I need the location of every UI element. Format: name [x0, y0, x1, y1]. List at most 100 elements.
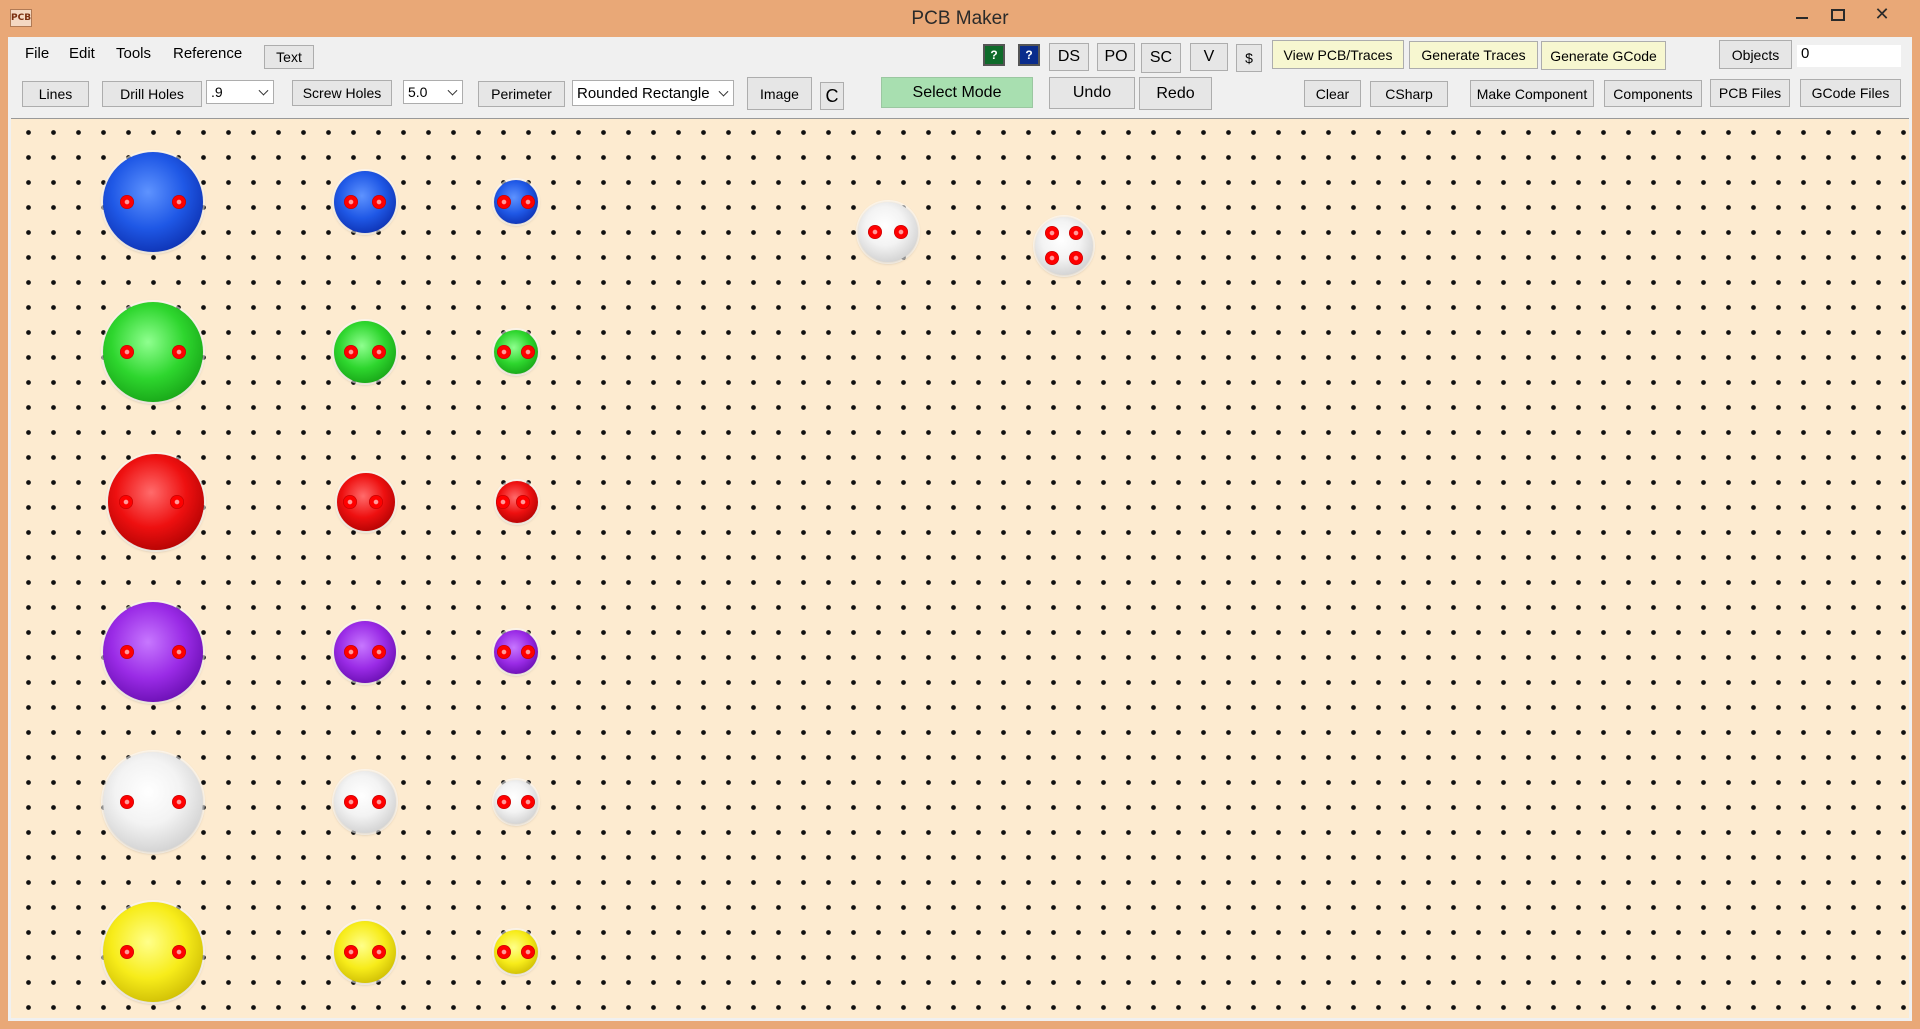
solder-pad	[344, 195, 358, 209]
ds-button[interactable]: DS	[1049, 43, 1089, 71]
make-component-button[interactable]: Make Component	[1470, 80, 1594, 107]
help-blue-button[interactable]: ?	[1018, 44, 1040, 66]
solder-pad	[521, 795, 535, 809]
blue-led-component[interactable]	[103, 152, 203, 252]
menu-reference[interactable]: Reference	[169, 43, 246, 64]
csharp-button[interactable]: CSharp	[1370, 81, 1448, 107]
screw-holes-button[interactable]: Screw Holes	[292, 80, 392, 106]
objects-count: 0	[1797, 45, 1901, 67]
white-led-component[interactable]	[858, 202, 918, 262]
po-button[interactable]: PO	[1097, 43, 1135, 71]
solder-pad	[372, 945, 386, 959]
solder-pad	[521, 195, 535, 209]
solder-pad	[516, 495, 530, 509]
pcb-canvas[interactable]	[11, 118, 1909, 1018]
solder-pad	[521, 345, 535, 359]
solder-pad	[172, 195, 186, 209]
help-green-button[interactable]: ?	[983, 44, 1005, 66]
purple-led-component[interactable]	[103, 602, 203, 702]
solder-pad	[369, 495, 383, 509]
solder-pad	[372, 795, 386, 809]
solder-pad	[497, 645, 511, 659]
minimize-icon	[1796, 17, 1808, 20]
solder-pad	[372, 195, 386, 209]
maximize-button[interactable]	[1818, 0, 1858, 30]
undo-button[interactable]: Undo	[1049, 77, 1135, 109]
clear-button[interactable]: Clear	[1304, 80, 1361, 107]
solder-pad	[521, 945, 535, 959]
gcode-files-button[interactable]: GCode Files	[1800, 79, 1901, 107]
perimeter-button[interactable]: Perimeter	[478, 81, 565, 107]
solder-pad	[344, 645, 358, 659]
dollar-button[interactable]: $	[1236, 44, 1262, 72]
green-led-component[interactable]	[103, 302, 203, 402]
solder-pad	[344, 345, 358, 359]
solder-pad	[344, 945, 358, 959]
solder-pad	[120, 195, 134, 209]
solder-pad	[120, 645, 134, 659]
chevron-down-icon	[447, 85, 458, 96]
perimeter-shape-select[interactable]: Rounded Rectangle	[572, 80, 734, 106]
solder-pad	[120, 945, 134, 959]
solder-pad	[120, 795, 134, 809]
screw-size-select[interactable]: 5.0	[403, 80, 463, 104]
solder-pad	[497, 945, 511, 959]
generate-traces-button[interactable]: Generate Traces	[1409, 41, 1538, 69]
chevron-down-icon	[718, 86, 729, 97]
lines-button[interactable]: Lines	[22, 81, 89, 107]
solder-pad	[170, 495, 184, 509]
solder-pad	[372, 345, 386, 359]
solder-pad	[372, 645, 386, 659]
solder-pad	[119, 495, 133, 509]
perimeter-shape-value: Rounded Rectangle	[577, 84, 710, 102]
minimize-button[interactable]	[1782, 0, 1822, 30]
menu-edit[interactable]: Edit	[65, 43, 99, 64]
solder-pad	[521, 645, 535, 659]
solder-pad	[497, 795, 511, 809]
solder-pad	[497, 345, 511, 359]
perfboard-grid	[11, 119, 1909, 1018]
solder-pad	[497, 195, 511, 209]
c-button[interactable]: C	[820, 82, 844, 110]
generate-gcode-button[interactable]: Generate GCode	[1541, 41, 1666, 70]
solder-pad	[1069, 226, 1083, 240]
view-pcb-traces-button[interactable]: View PCB/Traces	[1272, 40, 1404, 69]
window-title: PCB Maker	[911, 8, 1009, 29]
chevron-down-icon	[258, 85, 269, 96]
solder-pad	[343, 495, 357, 509]
text-button[interactable]: Text	[264, 45, 314, 69]
redo-button[interactable]: Redo	[1139, 77, 1212, 110]
white-led-component[interactable]	[1035, 217, 1093, 275]
solder-pad	[172, 645, 186, 659]
solder-pad	[1045, 251, 1059, 265]
maximize-icon	[1831, 9, 1845, 22]
solder-pad	[344, 795, 358, 809]
solder-pad	[120, 345, 134, 359]
close-button[interactable]: ✕	[1856, 0, 1908, 30]
solder-pad	[894, 225, 908, 239]
client-area: File Edit Tools Reference Text ? ? DS PO…	[8, 37, 1912, 1021]
solder-pad	[496, 495, 510, 509]
menu-tools[interactable]: Tools	[112, 43, 155, 64]
components-button[interactable]: Components	[1604, 80, 1702, 107]
solder-pad	[1045, 226, 1059, 240]
solder-pad	[172, 795, 186, 809]
yellow-led-component[interactable]	[103, 902, 203, 1002]
solder-pad	[172, 945, 186, 959]
close-icon: ✕	[1874, 4, 1890, 24]
screw-size-value: 5.0	[408, 84, 428, 100]
solder-pad	[1069, 251, 1083, 265]
drill-size-select[interactable]: .9	[206, 80, 274, 104]
select-mode-button[interactable]: Select Mode	[881, 77, 1033, 108]
objects-button[interactable]: Objects	[1719, 40, 1792, 69]
menu-file[interactable]: File	[21, 43, 53, 64]
image-button[interactable]: Image	[747, 77, 812, 110]
white-led-component[interactable]	[103, 752, 203, 852]
solder-pad	[868, 225, 882, 239]
solder-pad	[172, 345, 186, 359]
pcb-files-button[interactable]: PCB Files	[1710, 79, 1790, 107]
drill-holes-button[interactable]: Drill Holes	[102, 81, 202, 107]
drill-size-value: .9	[211, 84, 223, 100]
sc-button[interactable]: SC	[1141, 43, 1181, 73]
v-button[interactable]: V	[1190, 43, 1228, 71]
